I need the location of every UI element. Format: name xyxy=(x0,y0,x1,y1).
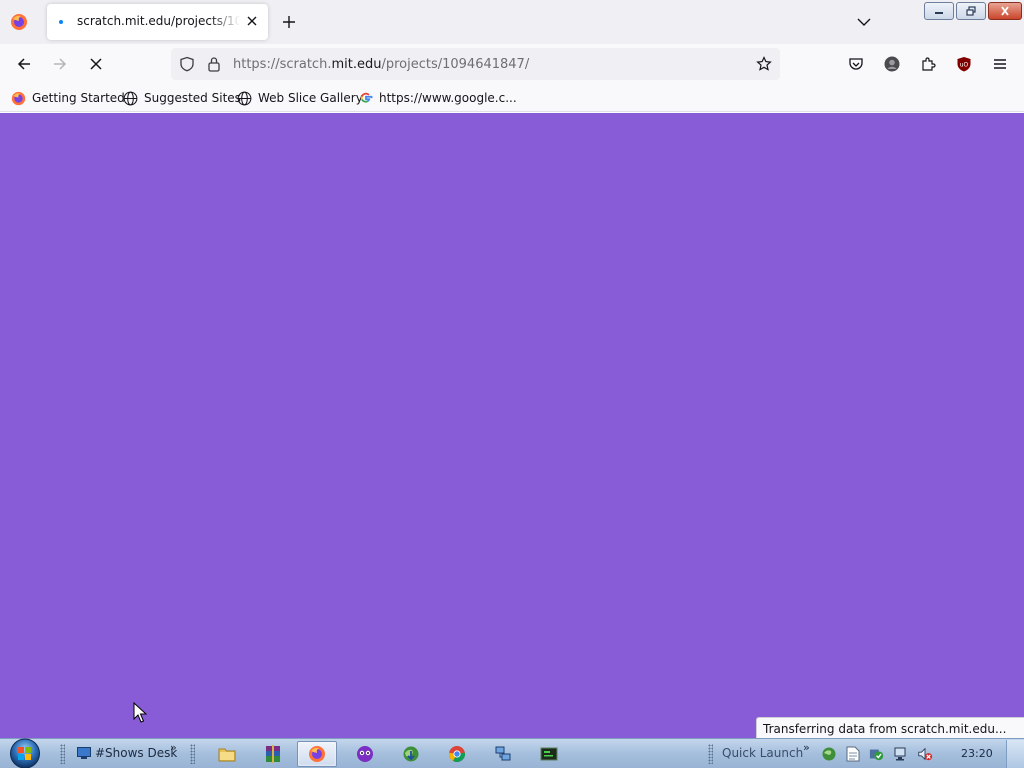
start-button[interactable] xyxy=(8,738,42,768)
volume-muted-icon xyxy=(918,747,933,761)
mouse-cursor-icon xyxy=(133,702,147,723)
taskbar-terminal-app[interactable] xyxy=(529,741,569,767)
taskbar-winrar[interactable] xyxy=(253,741,293,767)
tab-title: scratch.mit.edu/projects/1094641847/ xyxy=(77,14,240,28)
chrome-icon xyxy=(448,746,466,762)
terminal-icon xyxy=(540,747,558,761)
forward-arrow-icon[interactable] xyxy=(52,56,68,72)
restore-icon xyxy=(966,6,976,16)
close-window-button[interactable] xyxy=(988,2,1022,20)
tab-strip: scratch.mit.edu/projects/1094641847/ xyxy=(0,0,1024,44)
network-icon xyxy=(894,747,906,761)
new-tab-icon[interactable] xyxy=(281,14,297,30)
bookmark-label: https://www.google.c... xyxy=(379,91,517,105)
stop-loading-icon[interactable] xyxy=(88,56,104,72)
pocket-icon[interactable] xyxy=(848,56,864,72)
restore-button[interactable] xyxy=(956,2,986,20)
ublock-origin-icon[interactable]: uO xyxy=(956,56,972,72)
taskbar-firefox[interactable] xyxy=(297,741,337,767)
clock[interactable]: 23:20 xyxy=(961,747,993,760)
network-computers-icon xyxy=(495,746,511,761)
tray-security[interactable] xyxy=(869,746,885,762)
google-icon xyxy=(360,92,373,103)
url-path: /projects/1094641847/ xyxy=(381,57,530,72)
taskbar-internet-app[interactable] xyxy=(391,741,431,767)
globe-icon xyxy=(237,91,252,105)
taskbar-file-explorer[interactable] xyxy=(207,741,247,767)
address-bar[interactable]: https://scratch.mit.edu/projects/1094641… xyxy=(171,48,780,80)
archive-books-icon xyxy=(266,745,280,763)
shows-desk-label[interactable]: #Shows Desk xyxy=(95,746,177,760)
bookmark-label: Getting Started xyxy=(32,91,125,105)
tray-document[interactable] xyxy=(845,746,861,762)
bookmark-label: Web Slice Gallery xyxy=(258,91,363,105)
bookmark-star-icon[interactable] xyxy=(756,56,772,72)
lock-icon[interactable] xyxy=(207,56,221,72)
status-panel: Transferring data from scratch.mit.edu..… xyxy=(756,717,1024,739)
svg-text:uO: uO xyxy=(960,62,969,69)
security-check-icon xyxy=(869,749,884,761)
taskbar-chrome[interactable] xyxy=(437,741,477,767)
bookmark-google[interactable]: https://www.google.c... xyxy=(359,90,517,106)
account-avatar-icon[interactable] xyxy=(884,56,900,72)
quick-launch-label[interactable]: Quick Launch xyxy=(722,746,803,760)
globe-sync-icon xyxy=(822,747,836,761)
hamburger-menu-icon[interactable] xyxy=(992,56,1008,72)
list-all-tabs-icon[interactable] xyxy=(856,15,872,29)
back-arrow-icon[interactable] xyxy=(16,56,32,72)
minimize-button[interactable] xyxy=(924,2,954,20)
desktop-icon xyxy=(77,747,91,759)
bookmark-web-slice-gallery[interactable]: Web Slice Gallery xyxy=(237,90,363,106)
folder-icon xyxy=(218,748,236,762)
show-desktop-button[interactable] xyxy=(1006,740,1024,768)
quick-launch-chevron-icon[interactable]: ›› xyxy=(803,741,810,754)
toolbar-grip[interactable] xyxy=(708,744,713,764)
tracking-protection-shield-icon[interactable] xyxy=(179,56,195,72)
taskbar-network-app[interactable] xyxy=(483,741,523,767)
bookmark-getting-started[interactable]: Getting Started xyxy=(11,90,125,106)
tab-loading-indicator xyxy=(59,20,63,24)
tray-globe[interactable] xyxy=(821,746,837,762)
url-text[interactable]: https://scratch.mit.edu/projects/1094641… xyxy=(233,57,529,72)
toolbar-overflow-chevron-icon[interactable]: ›› xyxy=(170,741,177,754)
window-controls xyxy=(924,2,1022,22)
globe-icon xyxy=(123,91,138,105)
bookmark-suggested-sites[interactable]: Suggested Sites xyxy=(123,90,241,106)
minimize-icon xyxy=(935,12,943,14)
globe-download-icon xyxy=(403,746,419,762)
purple-mask-icon xyxy=(357,746,373,762)
firefox-icon xyxy=(11,91,26,105)
taskbar: #Shows Desk ›› Quick Launch ›› 23:20 xyxy=(0,738,1024,768)
taskbar-purple-app[interactable] xyxy=(345,741,385,767)
toolbar-grip[interactable] xyxy=(190,744,195,764)
close-window-icon xyxy=(1001,6,1009,16)
navigation-toolbar: https://scratch.mit.edu/projects/1094641… xyxy=(0,44,1024,84)
tab-scratch-project[interactable]: scratch.mit.edu/projects/1094641847/ xyxy=(47,4,268,40)
close-tab-icon[interactable] xyxy=(245,14,259,28)
tray-volume-muted[interactable] xyxy=(917,746,933,762)
bookmark-label: Suggested Sites xyxy=(144,91,241,105)
document-icon xyxy=(846,746,860,762)
bookmarks-toolbar: Getting Started Suggested Sites Web Slic… xyxy=(0,84,1024,112)
page-content[interactable] xyxy=(0,113,1024,738)
tray-network[interactable] xyxy=(893,746,909,762)
extensions-icon[interactable] xyxy=(920,56,936,72)
url-host: mit.edu xyxy=(331,57,382,72)
firefox-icon xyxy=(309,746,325,762)
toolbar-grip[interactable] xyxy=(60,744,65,764)
firefox-icon[interactable] xyxy=(10,13,28,31)
url-prefix: https://scratch. xyxy=(233,57,332,72)
